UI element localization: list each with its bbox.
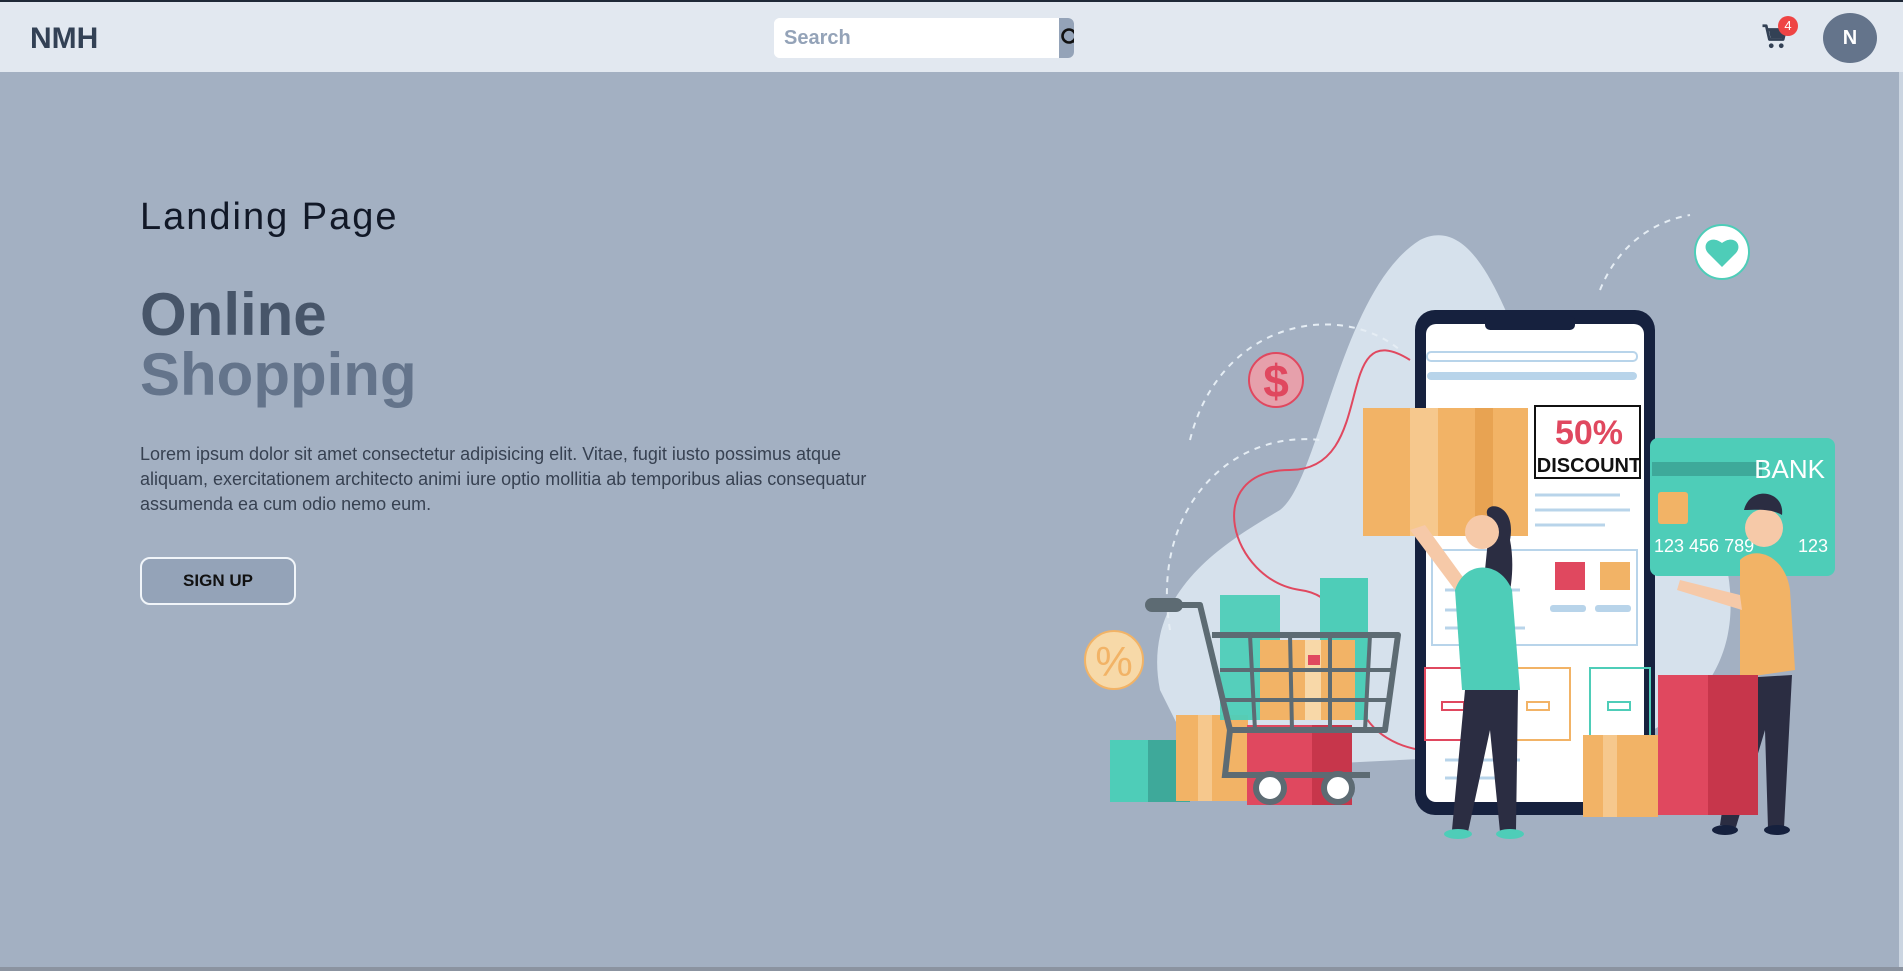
- dollar-symbol: $: [1263, 355, 1289, 407]
- scrollbar[interactable]: [1899, 72, 1903, 971]
- search-bar: [774, 18, 1074, 58]
- search-button[interactable]: [1059, 18, 1074, 58]
- search-icon: [1061, 28, 1074, 44]
- percent-symbol: %: [1095, 638, 1132, 685]
- discount-percent-text: 50%: [1555, 414, 1623, 452]
- shopping-illustration: 50% DISCOUNT $ % BANK 123 456 789 123: [1084, 214, 1835, 839]
- cart-count-badge: 4: [1778, 16, 1798, 36]
- hero-subtitle: Landing Page: [140, 196, 399, 238]
- hero-title-line2: Shopping: [140, 341, 417, 408]
- card-number-text: 123 456 789: [1654, 536, 1754, 556]
- hero-description: Lorem ipsum dolor sit amet consectetur a…: [140, 444, 867, 514]
- discount-word-text: DISCOUNT: [1537, 455, 1641, 477]
- cart-button[interactable]: 4: [1760, 16, 1798, 54]
- navbar: NMH 4 N: [0, 0, 1903, 72]
- site-logo[interactable]: NMH: [30, 22, 98, 56]
- search-input[interactable]: [774, 18, 1059, 58]
- user-avatar[interactable]: N: [1823, 13, 1877, 63]
- window-bottom-edge: [0, 967, 1903, 971]
- hero-title-line1: Online: [140, 281, 327, 348]
- signup-button[interactable]: SIGN UP: [140, 557, 296, 605]
- card-number-tail-text: 123: [1798, 536, 1828, 556]
- card-bank-text: BANK: [1754, 454, 1825, 484]
